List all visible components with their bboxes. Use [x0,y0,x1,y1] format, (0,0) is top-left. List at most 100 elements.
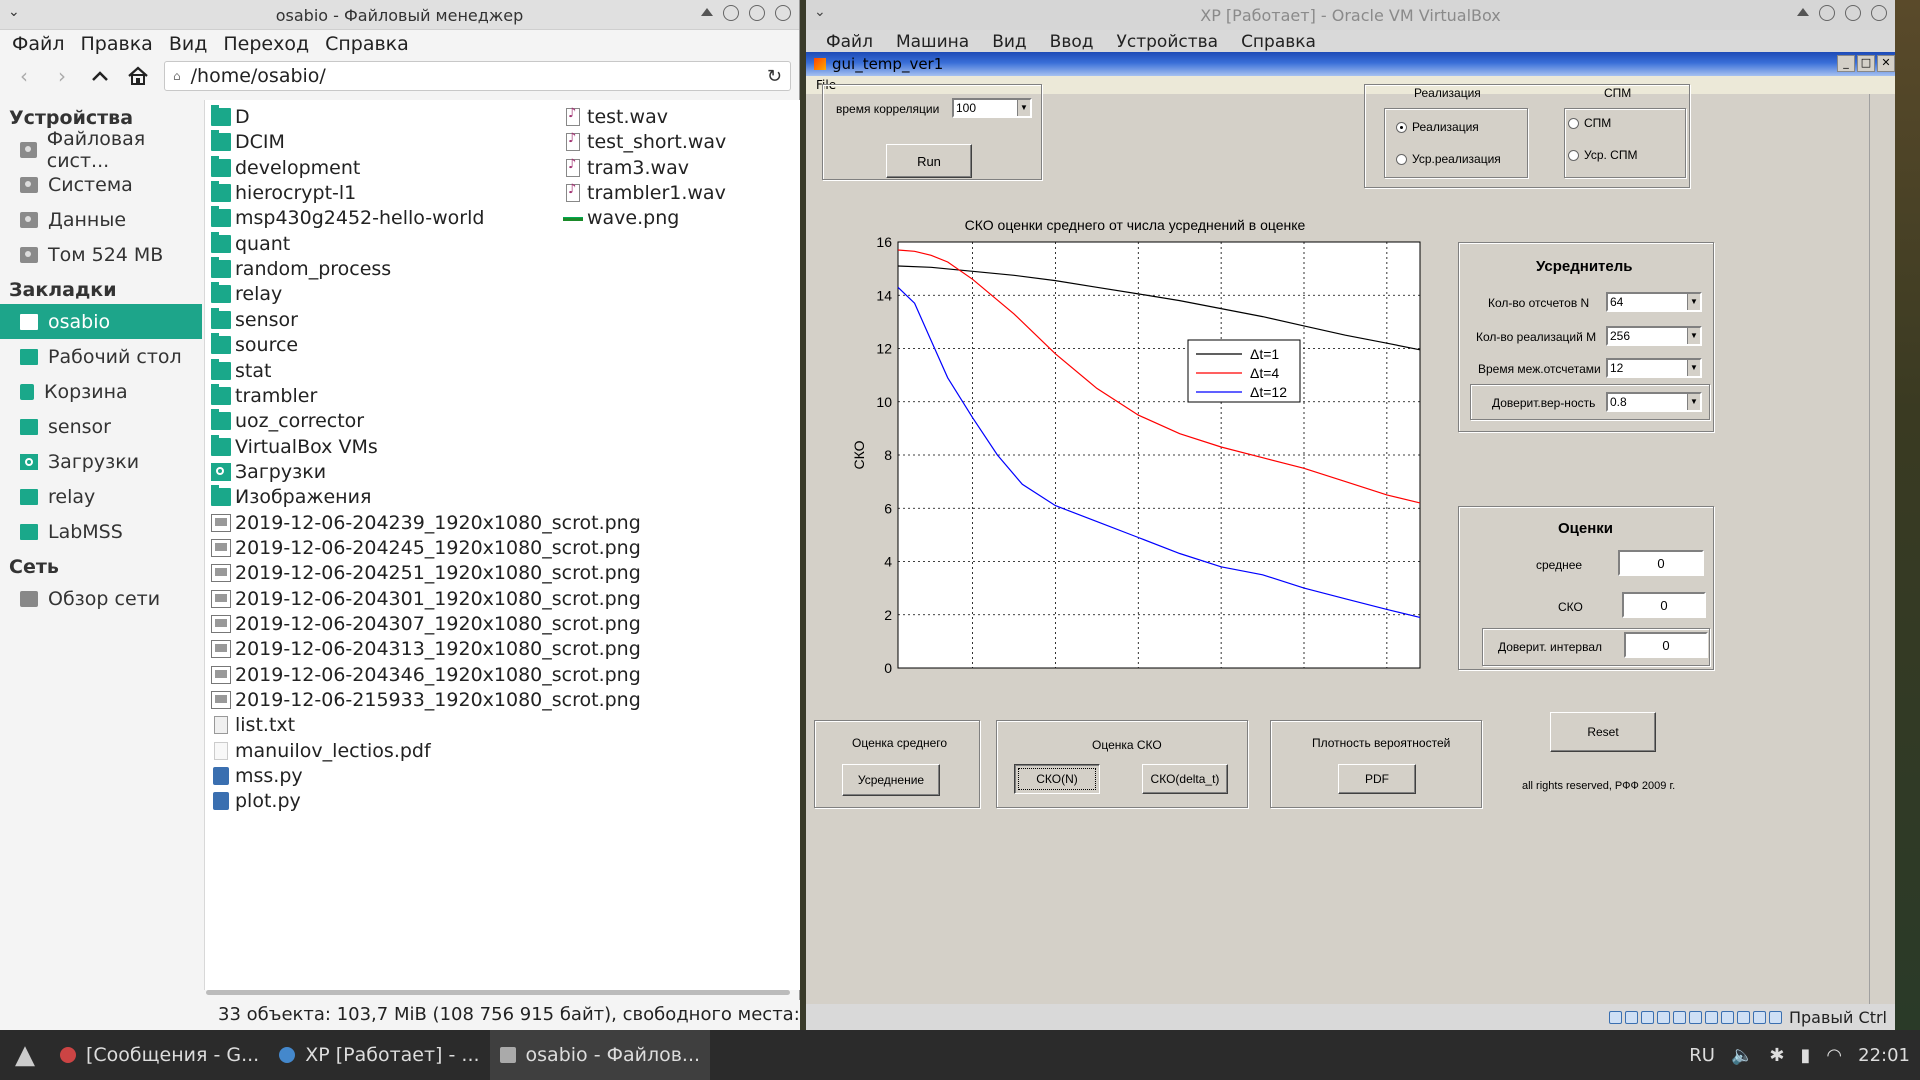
file-item[interactable]: plot.py [211,787,301,815]
start-menu-icon[interactable]: ▲ [0,1030,50,1080]
bluetooth-icon[interactable]: ✱ [1769,1045,1784,1066]
file-item[interactable]: 2019-12-06-215933_1920x1080_scrot.png [211,686,641,714]
figure-minimize-button[interactable]: _ [1837,55,1855,72]
minimize-button[interactable] [1819,5,1835,21]
sidebar-item-home[interactable]: osabio [0,304,202,339]
vb-menu-view[interactable]: Вид [980,32,1037,52]
shade-icon[interactable] [701,8,713,16]
file-item[interactable]: sensor [211,306,298,334]
sidebar-item-filesystem[interactable]: Файловая сист... [0,128,202,172]
vb-menu-devices[interactable]: Устройства [1105,32,1230,52]
network-adapter-icon[interactable] [1656,1010,1670,1024]
keyboard-layout[interactable]: RU [1689,1045,1715,1066]
realizations-m-select[interactable]: 256 ▼ [1606,326,1702,346]
file-item[interactable]: 2019-12-06-204301_1920x1080_scrot.png [211,585,641,613]
battery-icon[interactable]: ▮ [1801,1045,1811,1066]
task-file-manager[interactable]: osabio - Файлов... [489,1030,711,1080]
mouse-integration-icon[interactable] [1752,1010,1766,1024]
sidebar-item-trash[interactable]: Корзина [0,374,202,409]
parent-folder-icon[interactable] [84,61,116,91]
task-messages[interactable]: [Сообщения - G... [50,1030,269,1080]
radio-spm[interactable]: СПМ [1568,116,1611,130]
close-button[interactable] [1871,5,1887,21]
recording-icon[interactable] [1720,1010,1734,1024]
file-item[interactable]: wave.png [563,204,679,232]
sko-n-button[interactable]: СКО(N) [1014,764,1100,794]
file-item[interactable]: D [211,103,250,131]
dropdown-arrow-icon[interactable]: ▼ [1687,360,1700,376]
virtualbox-titlebar[interactable]: ⌄ XP [Работает] - Oracle VM VirtualBox [806,0,1895,30]
vb-menu-input[interactable]: Ввод [1038,32,1105,52]
file-item[interactable]: VirtualBox VMs [211,433,378,461]
samples-n-select[interactable]: 64 ▼ [1606,292,1702,312]
vertical-scrollbar[interactable] [1869,94,1895,1004]
file-item[interactable]: msp430g2452-hello-world [211,204,484,232]
confidence-prob-select[interactable]: 0.8 ▼ [1606,392,1702,412]
back-arrow-icon[interactable]: ‹ [8,61,40,91]
file-item[interactable]: mss.py [211,762,303,790]
file-item[interactable]: uoz_corrector [211,407,364,435]
menu-edit[interactable]: Правка [73,33,161,55]
file-item[interactable]: 2019-12-06-204245_1920x1080_scrot.png [211,534,641,562]
sidebar-item-downloads[interactable]: Загрузки [0,444,202,479]
usb-icon[interactable] [1672,1010,1686,1024]
file-item[interactable]: quant [211,230,290,258]
display-icon[interactable] [1704,1010,1718,1024]
horizontal-scrollbar[interactable] [206,990,790,995]
file-item[interactable]: stat [211,357,271,385]
file-item[interactable]: 2019-12-06-204251_1920x1080_scrot.png [211,559,641,587]
dropdown-arrow-icon[interactable]: ▼ [1687,394,1700,410]
file-item[interactable]: test.wav [563,103,668,131]
figure-close-button[interactable]: ✕ [1877,55,1895,72]
wifi-icon[interactable]: ◠ [1826,1045,1842,1066]
audio-icon[interactable] [1640,1010,1654,1024]
menu-go[interactable]: Переход [215,33,317,55]
sidebar-item-volume[interactable]: Том 524 MB [0,237,202,272]
matlab-figure-titlebar[interactable]: gui_temp_ver1 _ □ ✕ [806,52,1895,76]
file-item[interactable]: test_short.wav [563,128,726,156]
sko-delta-t-button[interactable]: СКО(delta_t) [1142,764,1228,794]
file-manager-titlebar[interactable]: ⌄ osabio - Файловый менеджер [0,0,799,30]
sidebar-item-system[interactable]: Система [0,167,202,202]
sidebar-item-relay[interactable]: relay [0,479,202,514]
file-item[interactable]: development [211,154,360,182]
reset-button[interactable]: Reset [1550,712,1656,752]
sidebar-item-desktop[interactable]: Рабочий стол [0,339,202,374]
file-item[interactable]: DCIM [211,128,285,156]
averaging-button[interactable]: Усреднение [842,764,940,796]
figure-maximize-button[interactable]: □ [1857,55,1875,72]
dropdown-arrow-icon[interactable]: ▼ [1687,294,1700,310]
maximize-button[interactable] [1845,5,1861,21]
file-item[interactable]: manuilov_lectios.pdf [211,737,431,765]
menu-help[interactable]: Справка [317,33,417,55]
reload-icon[interactable]: ↻ [767,66,782,87]
file-item[interactable]: Изображения [211,483,371,511]
volume-icon[interactable]: 🔈 [1731,1045,1753,1066]
file-item[interactable]: tram3.wav [563,154,689,182]
pdf-button[interactable]: PDF [1338,764,1416,794]
keyboard-icon[interactable] [1768,1010,1782,1024]
file-item[interactable]: trambler [211,382,317,410]
menu-view[interactable]: Вид [161,33,216,55]
sidebar-item-labmss[interactable]: LabMSS [0,514,202,549]
shared-folder-icon[interactable] [1688,1010,1702,1024]
forward-arrow-icon[interactable]: › [46,61,78,91]
file-item[interactable]: list.txt [211,711,295,739]
sidebar-item-sensor[interactable]: sensor [0,409,202,444]
vb-menu-help[interactable]: Справка [1229,32,1327,52]
maximize-button[interactable] [749,5,765,21]
home-icon[interactable] [122,61,154,91]
file-item[interactable]: source [211,331,298,359]
file-item[interactable]: 2019-12-06-204346_1920x1080_scrot.png [211,661,641,689]
shade-icon[interactable] [1797,8,1809,16]
file-item[interactable]: trambler1.wav [563,179,726,207]
menu-file[interactable]: Файл [4,33,73,55]
task-virtualbox[interactable]: XP [Работает] - ... [269,1030,489,1080]
vb-menu-file[interactable]: Файл [814,32,884,52]
location-bar[interactable]: ⌂ /home/osabio/ ↻ [164,61,791,91]
file-item[interactable]: Загрузки [211,458,326,486]
file-item[interactable]: random_process [211,255,391,283]
vb-menu-machine[interactable]: Машина [884,32,980,52]
sidebar-item-browse-network[interactable]: Обзор сети [0,581,202,616]
optical-drive-icon[interactable] [1624,1010,1638,1024]
